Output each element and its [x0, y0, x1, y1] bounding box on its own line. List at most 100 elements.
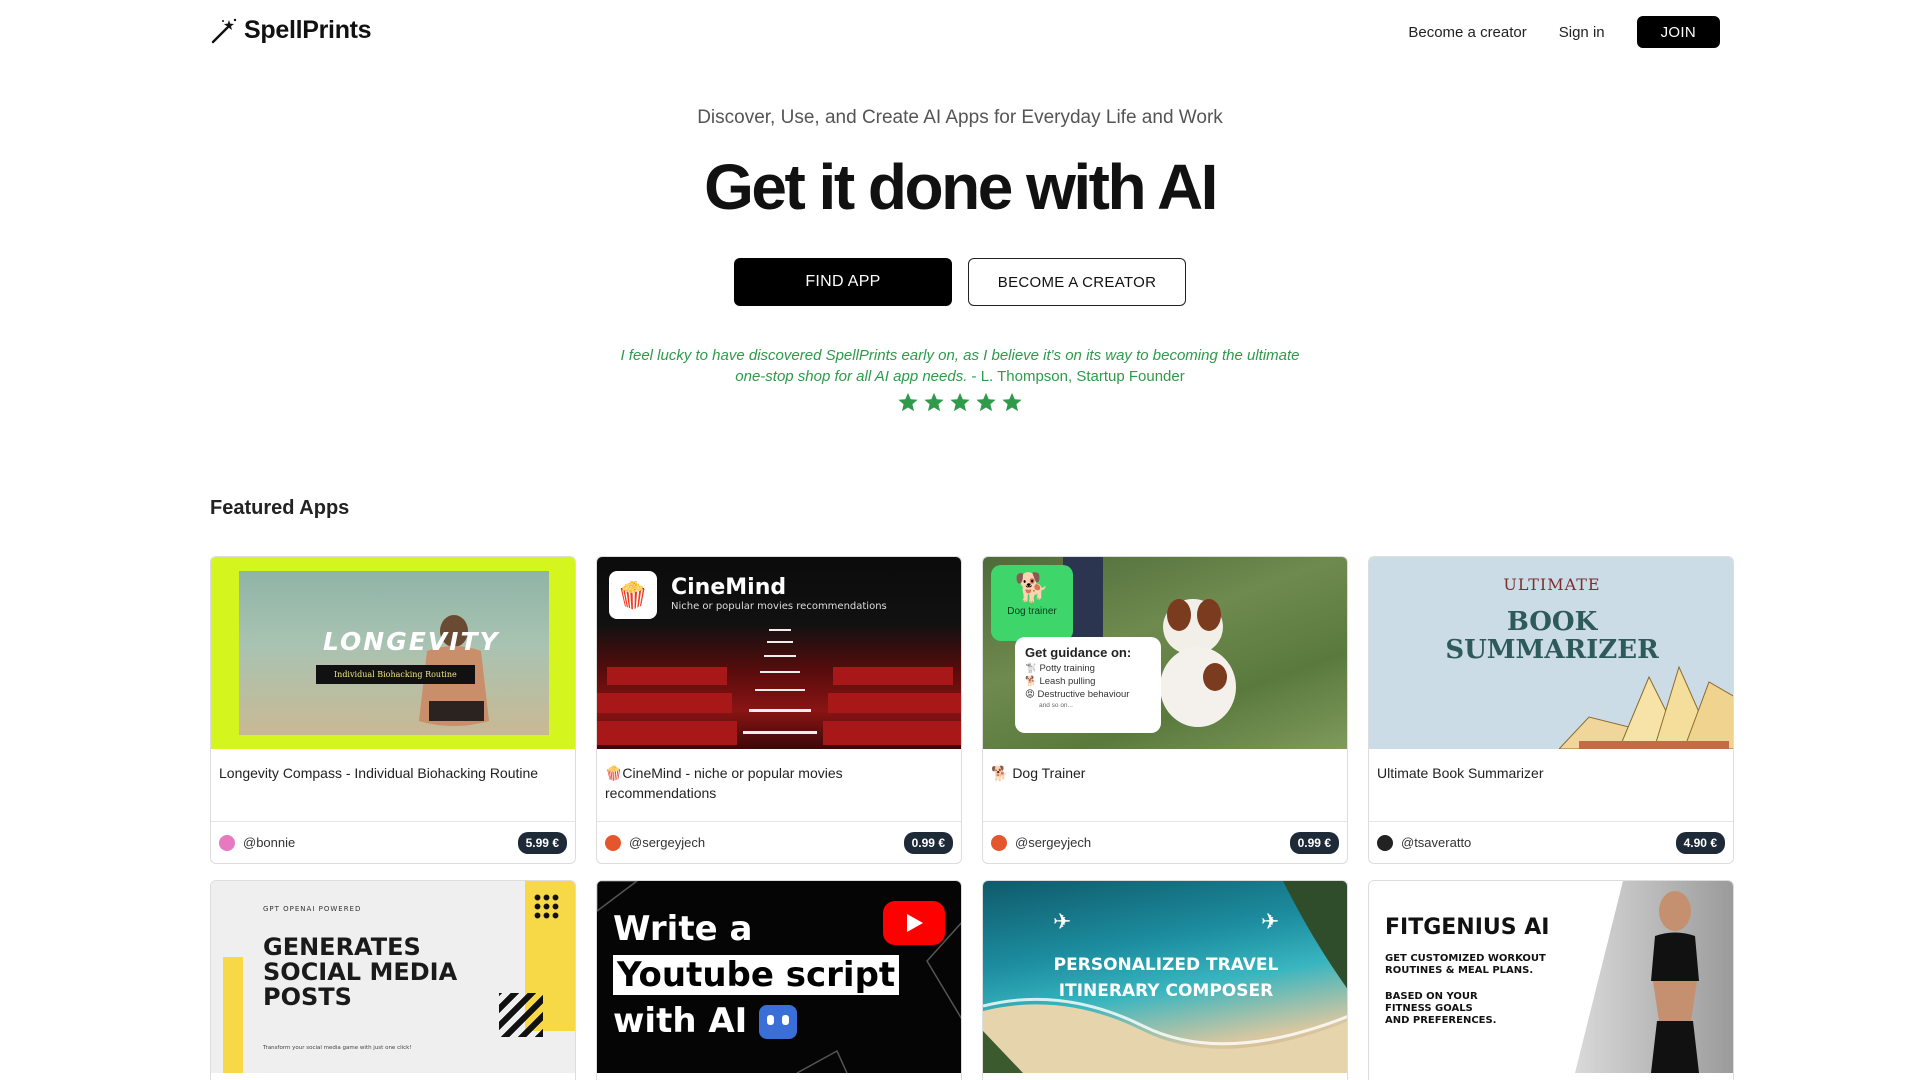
app-card-youtube-script[interactable]: Write a Youtube script with AI	[596, 880, 962, 1080]
star-icon	[924, 392, 944, 412]
author-handle: @bonnie	[243, 835, 296, 850]
star-icon	[898, 392, 918, 412]
star-icon	[1002, 392, 1022, 412]
featured-apps-title: Featured Apps	[210, 497, 350, 519]
app-title[interactable]: Longevity Compass - Individual Biohackin…	[211, 749, 575, 821]
app-card-fitgenius[interactable]: FITGENIUS AI GET CUSTOMIZED WORKOUT ROUT…	[1368, 880, 1734, 1080]
airplane-icon: ✈	[1261, 909, 1280, 934]
avatar	[1377, 834, 1393, 851]
price-badge: 4.90 €	[1675, 831, 1725, 854]
logo-text: SpellPrints	[244, 16, 372, 44]
app-author[interactable]: @sergeyjech	[605, 834, 706, 851]
book-kicker: ULTIMATE	[1503, 575, 1601, 594]
travel-line1: PERSONALIZED TRAVEL	[1053, 955, 1279, 975]
testimonial-text: I feel lucky to have discovered SpellPri…	[620, 347, 1300, 385]
fit-line5: AND PREFERENCES.	[1385, 1015, 1497, 1026]
app-card-book-summarizer[interactable]: ULTIMATE BOOK SUMMARIZER Ultimate Book S…	[1368, 556, 1734, 864]
social-line1: GENERATES	[263, 933, 421, 961]
airplane-icon: ✈	[1053, 909, 1072, 934]
play-triangle	[907, 914, 923, 932]
app-title[interactable]: 🍿CineMind - niche or popular movies reco…	[597, 749, 961, 821]
join-button[interactable]: JOIN	[1636, 16, 1720, 48]
dog-icon: 🐕	[1014, 572, 1050, 603]
app-author[interactable]: @sergeyjech	[991, 834, 1092, 851]
fit-line3: BASED ON YOUR	[1385, 991, 1478, 1002]
price-badge: 0.99 €	[903, 831, 953, 854]
travel-line2: ITINERARY COMPOSER	[1058, 981, 1274, 1001]
app-card-longevity[interactable]: LONGEVITY Individual Biohacking Routine …	[210, 556, 576, 864]
app-footer: @sergeyjech 0.99 €	[597, 821, 961, 863]
app-thumbnail: GPT OPENAI POWERED GENERATES SOCIAL MEDI…	[211, 881, 575, 1073]
dog-trainer-badge: 🐕 Dog trainer	[991, 565, 1073, 641]
app-author[interactable]: @tsaveratto	[1377, 834, 1472, 851]
testimonial-quote: I feel lucky to have discovered SpellPri…	[610, 345, 1310, 387]
longevity-title: LONGEVITY	[323, 627, 500, 656]
yt-line2: Youtube script	[613, 955, 900, 995]
guidance-more: and so on...	[1039, 702, 1073, 709]
star-icon	[976, 392, 996, 412]
app-footer: @bonnie 5.99 €	[211, 821, 575, 863]
social-line2: SOCIAL MEDIA	[263, 958, 458, 986]
robot-eye	[782, 1015, 789, 1025]
logo[interactable]: SpellPrints	[210, 16, 372, 45]
hero-buttons: FIND APP BECOME A CREATOR	[0, 258, 1920, 306]
guidance-heading: Get guidance on:	[1025, 645, 1132, 660]
guidance-card: Get guidance on: 🐩 Potty training 🐕 Leas…	[1015, 637, 1161, 733]
open-book-image	[1559, 665, 1733, 749]
robot-icon	[759, 1005, 797, 1039]
top-nav: Become a creator Sign in JOIN	[1408, 16, 1720, 48]
magic-wand-icon	[211, 18, 237, 43]
cinemind-subtitle: Niche or popular movies recommendations	[671, 601, 887, 612]
athlete-figure-image	[1651, 891, 1699, 1073]
site-header: SpellPrints Become a creator Sign in JOI…	[0, 0, 1920, 64]
robot-eye	[767, 1015, 774, 1025]
social-footnote: Transform your social media game with ju…	[263, 1045, 412, 1051]
star-icon	[950, 392, 970, 412]
find-app-button[interactable]: FIND APP	[734, 258, 952, 306]
beach-aerial-image	[983, 881, 1347, 1073]
app-footer: @tsaveratto 4.90 €	[1369, 821, 1733, 863]
sign-in-link[interactable]: Sign in	[1559, 24, 1605, 41]
fit-line1: GET CUSTOMIZED WORKOUT	[1385, 953, 1546, 964]
badge-label: Dog trainer	[1007, 606, 1057, 617]
price-badge: 5.99 €	[517, 831, 567, 854]
price-badge: 0.99 €	[1289, 831, 1339, 854]
longevity-subtitle: Individual Biohacking Routine	[316, 665, 475, 684]
avatar	[219, 834, 235, 851]
yellow-accent-bar	[223, 957, 243, 1073]
app-thumbnail: Write a Youtube script with AI	[597, 881, 961, 1073]
app-thumbnail: ULTIMATE BOOK SUMMARIZER	[1369, 557, 1733, 749]
fit-line2: ROUTINES & MEAL PLANS.	[1385, 965, 1534, 976]
app-thumbnail: LONGEVITY Individual Biohacking Routine	[211, 557, 575, 749]
hero-title: Get it done with AI	[704, 151, 1218, 223]
yt-line3: with AI	[613, 1001, 748, 1041]
author-handle: @sergeyjech	[1015, 835, 1092, 850]
social-line3: POSTS	[263, 983, 352, 1011]
social-kicker: GPT OPENAI POWERED	[263, 905, 362, 913]
book-title-line1: BOOK	[1506, 607, 1598, 637]
app-card-social-media[interactable]: GPT OPENAI POWERED GENERATES SOCIAL MEDI…	[210, 880, 576, 1080]
popcorn-icon: 🍿	[609, 571, 657, 619]
guidance-item: 🐕 Leash pulling	[1025, 676, 1096, 687]
app-title[interactable]: 🐕 Dog Trainer	[983, 749, 1347, 821]
app-card-travel-itinerary[interactable]: ✈ ✈ PERSONALIZED TRAVEL ITINERARY COMPOS…	[982, 880, 1348, 1080]
become-creator-button[interactable]: BECOME A CREATOR	[968, 258, 1186, 306]
become-creator-link[interactable]: Become a creator	[1408, 24, 1526, 41]
fit-line4: FITNESS GOALS	[1385, 1003, 1473, 1014]
youtube-play-icon	[883, 901, 945, 945]
app-footer: @sergeyjech 0.99 €	[983, 821, 1347, 863]
app-thumbnail: ✈ ✈ PERSONALIZED TRAVEL ITINERARY COMPOS…	[983, 881, 1347, 1073]
app-title[interactable]: Ultimate Book Summarizer	[1369, 749, 1733, 821]
cinemind-name: CineMind	[671, 575, 787, 600]
app-card-dog-trainer[interactable]: 🐕 Dog trainer Get guidance on: 🐩 Potty t…	[982, 556, 1348, 864]
app-thumbnail: 🍿 CineMind Niche or popular movies recom…	[597, 557, 961, 749]
author-handle: @tsaveratto	[1401, 835, 1472, 850]
app-author[interactable]: @bonnie	[219, 834, 296, 851]
guidance-item: 🐩 Potty training	[1025, 663, 1095, 674]
guidance-item: 😡 Destructive behaviour	[1025, 689, 1130, 700]
app-card-cinemind[interactable]: 🍿 CineMind Niche or popular movies recom…	[596, 556, 962, 864]
hero-tagline: Discover, Use, and Create AI Apps for Ev…	[697, 107, 1223, 128]
app-thumbnail: FITGENIUS AI GET CUSTOMIZED WORKOUT ROUT…	[1369, 881, 1733, 1073]
author-handle: @sergeyjech	[629, 835, 706, 850]
avatar	[605, 834, 621, 851]
